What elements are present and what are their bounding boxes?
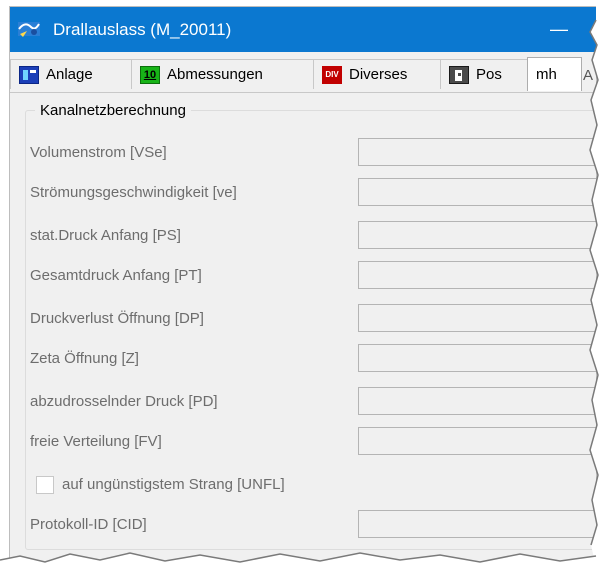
tab-strip: Anlage 10 Abmessungen DIV Diverses Pos m… (10, 52, 596, 93)
stat-druck-anfang-field[interactable] (358, 221, 596, 249)
tab-pos[interactable]: Pos (440, 59, 528, 89)
stroemungsgeschwindigkeit-label: Strömungsgeschwindigkeit [ve] (30, 184, 237, 201)
tab-anlage[interactable]: Anlage (10, 59, 132, 89)
stat-druck-anfang-label: stat.Druck Anfang [PS] (30, 227, 181, 244)
pos-icon (449, 65, 469, 84)
unfl-checkbox-label[interactable]: auf ungünstigstem Strang [UNFL] (62, 476, 285, 493)
tab-label: Pos (476, 66, 502, 83)
abmessungen-icon: 10 (140, 65, 160, 84)
unfl-checkbox[interactable] (36, 476, 54, 494)
freie-verteilung-label: freie Verteilung [FV] (30, 433, 162, 450)
tab-mh[interactable]: mh (527, 57, 582, 91)
group-title: Kanalnetzberechnung (35, 102, 191, 119)
dialog-window: Drallauslass (M_20011) — Anlage 10 Abmes… (10, 7, 596, 562)
title-bar[interactable]: Drallauslass (M_20011) — (10, 7, 596, 52)
abzudrosselnder-druck-field[interactable] (358, 387, 596, 415)
tab-label: Diverses (349, 66, 408, 83)
anlage-icon (19, 65, 39, 84)
gesamtdruck-anfang-field[interactable] (358, 261, 596, 289)
minimize-button[interactable]: — (541, 18, 577, 42)
app-icon (18, 22, 40, 37)
window-title: Drallauslass (M_20011) (53, 20, 232, 39)
tab-diverses[interactable]: DIV Diverses (313, 59, 441, 89)
druckverlust-oeffnung-field[interactable] (358, 304, 596, 332)
volumenstrom-field[interactable] (358, 138, 596, 166)
diverses-icon: DIV (322, 65, 342, 84)
zeta-oeffnung-field[interactable] (358, 344, 596, 372)
freie-verteilung-field[interactable] (358, 427, 596, 455)
protokoll-id-label: Protokoll-ID [CID] (30, 516, 147, 533)
zeta-oeffnung-label: Zeta Öffnung [Z] (30, 350, 139, 367)
stroemungsgeschwindigkeit-field[interactable] (358, 178, 596, 206)
tab-page-mh: Kanalnetzberechnung Volumenstrom [VSe] S… (13, 93, 596, 562)
tab-partial[interactable]: A (583, 67, 593, 84)
tab-label: Anlage (46, 66, 93, 83)
volumenstrom-label: Volumenstrom [VSe] (30, 144, 167, 161)
tab-abmessungen[interactable]: 10 Abmessungen (131, 59, 314, 89)
tab-label: mh (536, 66, 557, 83)
protokoll-id-field[interactable] (358, 510, 596, 538)
gesamtdruck-anfang-label: Gesamtdruck Anfang [PT] (30, 267, 202, 284)
druckverlust-oeffnung-label: Druckverlust Öffnung [DP] (30, 310, 204, 327)
abzudrosselnder-druck-label: abzudrosselnder Druck [PD] (30, 393, 218, 410)
tab-label: Abmessungen (167, 66, 263, 83)
